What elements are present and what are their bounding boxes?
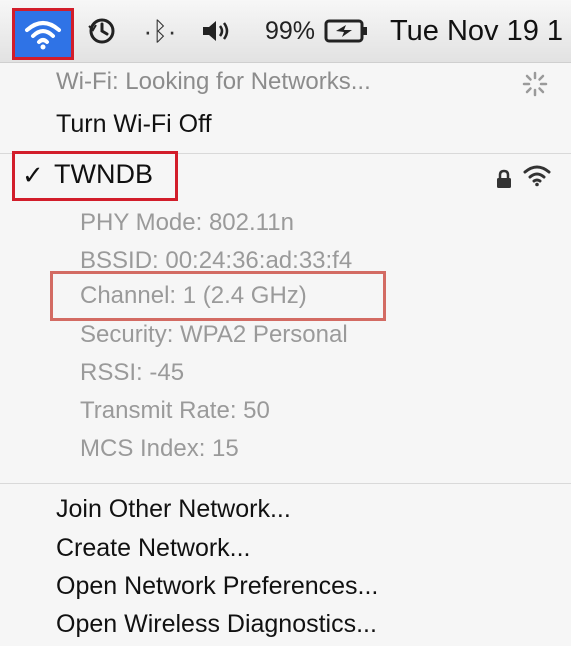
volume-menu-button[interactable] [196,0,238,62]
time-machine-icon [88,18,115,44]
bluetooth-menu-button[interactable]: ·ᛒ· [140,0,180,62]
open-wireless-diagnostics-item[interactable]: Open Wireless Diagnostics... [56,610,377,639]
detail-channel: Channel: 1 (2.4 GHz) [80,282,307,309]
detail-mcs-index: MCS Index: 15 [80,435,239,462]
turn-wifi-off-item[interactable]: Turn Wi-Fi Off [56,105,212,143]
menu-separator [0,483,571,484]
battery-percentage: 99% [264,16,316,45]
lock-icon [496,169,512,194]
bluetooth-icon: ·ᛒ· [143,15,177,46]
detail-phy-mode: PHY Mode: 802.11n [80,209,294,236]
menu-bar: ·ᛒ· 99% Tue Nov 19 1 [0,0,571,63]
create-network-item[interactable]: Create Network... [56,534,251,563]
detail-transmit-rate: Transmit Rate: 50 [80,397,270,424]
battery-menu-button[interactable] [318,0,374,62]
wifi-signal-icon [522,163,552,192]
battery-icon [324,19,367,43]
detail-rssi: RSSI: -45 [80,359,185,386]
checkmark-icon: ✓ [22,160,44,190]
wifi-status-text: Wi-Fi: Looking for Networks... [56,68,371,95]
join-other-network-item[interactable]: Join Other Network... [56,495,291,524]
wifi-menu-button[interactable] [12,8,74,60]
time-machine-menu-button[interactable] [82,0,122,62]
wifi-dropdown-menu: Wi-Fi: Looking for Networks... Turn Wi-F… [0,63,571,646]
menubar-clock[interactable]: Tue Nov 19 1 [390,0,571,62]
detail-security: Security: WPA2 Personal [80,321,348,348]
wifi-icon [25,21,61,50]
open-network-preferences-item[interactable]: Open Network Preferences... [56,572,378,601]
volume-icon [203,21,229,41]
loading-spinner-icon [522,71,548,102]
network-item-twndb[interactable]: TWNDB [54,159,153,190]
